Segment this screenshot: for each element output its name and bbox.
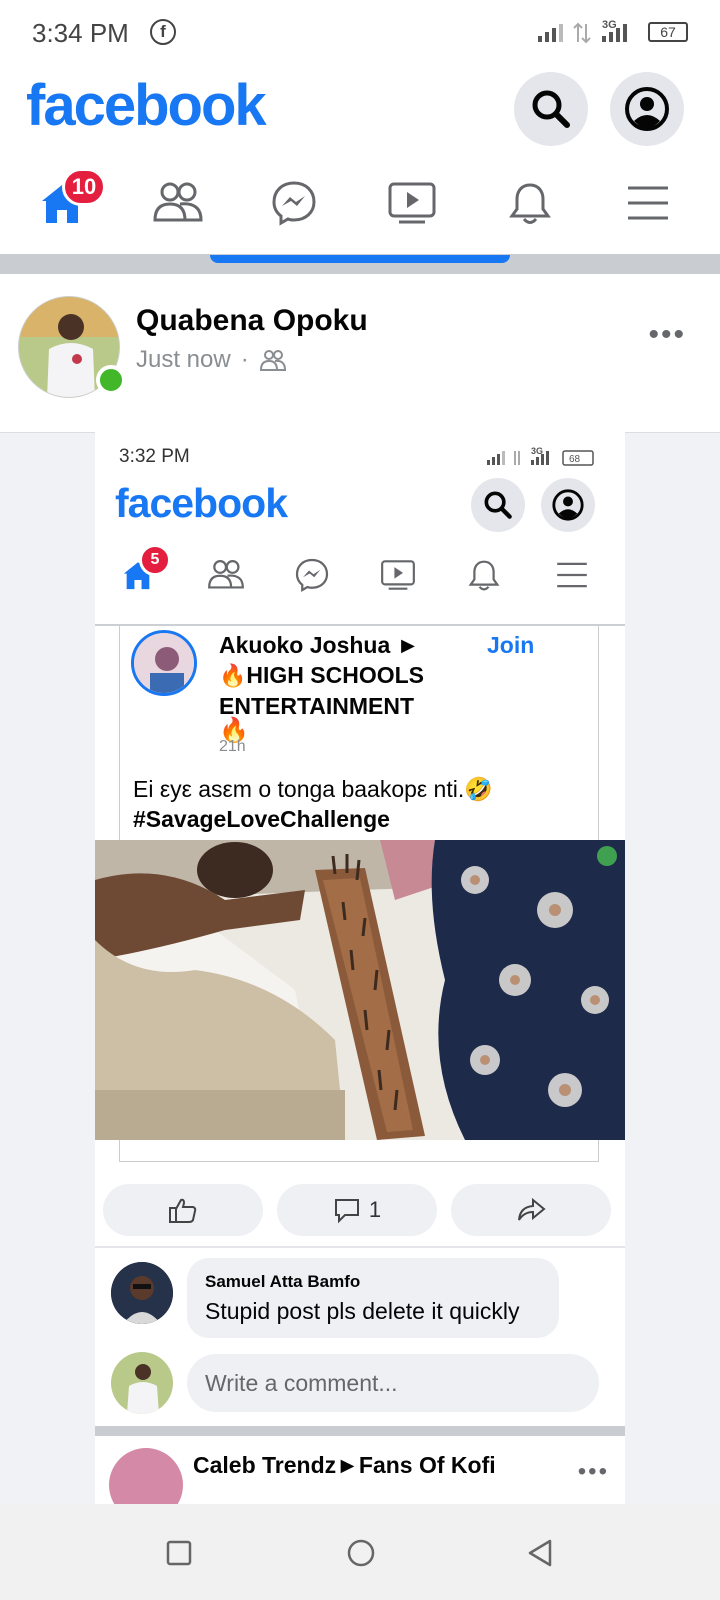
share-icon: [518, 1197, 546, 1221]
shared-post-author: Akuoko Joshua ► 🔥HIGH SCHOOLS ENTERTAINM…: [219, 630, 479, 721]
status-time: 3:34 PM: [32, 18, 129, 48]
like-button: [103, 1184, 263, 1236]
comment-bubble: Samuel Atta Bamfo Stupid post pls delete…: [187, 1258, 559, 1338]
online-status-dot: [96, 365, 126, 395]
profile-icon: [625, 87, 669, 131]
meta-separator: ·: [240, 346, 249, 373]
screenshot-battery-label: 68: [569, 454, 581, 465]
post-author-name[interactable]: Quabena Opoku: [136, 304, 368, 338]
comment-text: Stupid post pls delete it quickly: [205, 1298, 520, 1324]
menu-icon: [557, 562, 587, 588]
notifications-icon: [468, 560, 500, 591]
tab-messenger[interactable]: [254, 168, 334, 238]
next-post-title: Caleb Trendz►Fans Of Kofi: [193, 1452, 496, 1478]
menu-icon: [628, 186, 668, 220]
post-time[interactable]: Just now: [136, 346, 231, 374]
screenshot-tab-notifications: [459, 550, 509, 600]
messenger-icon: [272, 181, 316, 226]
shared-post-photo: [95, 840, 625, 1140]
tab-watch[interactable]: [372, 168, 452, 238]
profile-button[interactable]: [610, 72, 684, 146]
recent-apps-icon[interactable]: [166, 1540, 192, 1566]
svg-text:3G: 3G: [602, 19, 617, 31]
back-icon[interactable]: [526, 1538, 554, 1568]
screenshot-tab-messenger: [287, 550, 337, 600]
like-icon: [169, 1198, 197, 1223]
screen: 3:34 PM f 3G 67 facebook 10 Quabena Opok…: [0, 0, 720, 1600]
battery-icon: 67: [648, 22, 688, 42]
home-notification-badge: 10: [62, 168, 106, 206]
fire-icon: 🔥: [219, 663, 247, 688]
screenshot-search-button: [471, 478, 525, 532]
commenter-name: Samuel Atta Bamfo: [205, 1272, 361, 1291]
screenshot-nav: 5: [95, 544, 625, 610]
screenshot-signal-icon: 3G 68: [487, 446, 594, 466]
comment-icon: [334, 1199, 359, 1224]
comment-count: 1: [368, 1197, 382, 1222]
shared-post-time: 21h: [219, 738, 246, 755]
screenshot-home-badge: 5: [139, 544, 171, 576]
actions-divider: [95, 1246, 625, 1248]
post-actions: 1: [103, 1184, 617, 1236]
shared-post-hashtag: #SavageLoveChallenge: [133, 806, 390, 832]
shared-post-frame-bottom: [119, 1140, 599, 1162]
next-post-avatar: [109, 1448, 183, 1504]
screenshot-tab-watch: [373, 550, 423, 600]
post-more-options-button[interactable]: •••: [648, 318, 686, 352]
top-nav: 10: [0, 168, 720, 254]
shared-author-avatar: [131, 630, 197, 696]
profile-icon: [552, 489, 584, 521]
watch-icon: [388, 182, 436, 224]
search-button[interactable]: [514, 72, 588, 146]
shared-author-line1: Akuoko Joshua ►: [219, 632, 420, 658]
write-comment-field: Write a comment...: [187, 1354, 599, 1412]
search-icon: [484, 491, 512, 519]
friends-audience-icon[interactable]: [259, 348, 287, 372]
next-post-more-icon: •••: [577, 1458, 609, 1485]
status-bar: 3:34 PM f 3G 67: [0, 0, 720, 62]
notifications-icon: [509, 183, 551, 224]
system-navigation-bar: [0, 1504, 720, 1600]
share-button: [451, 1184, 611, 1236]
messenger-icon: [295, 558, 329, 592]
join-group-button: Join: [487, 632, 535, 658]
screenshot-tab-menu: [547, 550, 597, 600]
post-meta: Just now ·: [136, 346, 287, 374]
shared-author-line2: 🔥HIGH SCHOOLS: [219, 662, 425, 688]
next-post-header: Caleb Trendz►Fans Of Kofi •••: [95, 1442, 625, 1504]
screenshot-facebook-logo: facebook: [115, 480, 288, 526]
screenshot-tab-friends: [201, 550, 251, 600]
comment-button: 1: [277, 1184, 437, 1236]
tab-menu[interactable]: [608, 168, 688, 238]
screenshot-profile-button: [541, 478, 595, 532]
shared-author-line3: ENTERTAINMENT: [219, 693, 415, 719]
feed-separator: [95, 1426, 625, 1436]
tab-friends[interactable]: [138, 168, 218, 238]
search-icon: [532, 90, 570, 128]
screenshot-status-time: 3:32 PM: [119, 446, 190, 467]
shared-post-text: Ei εyε asεm o tonga baakopε nti.🤣: [133, 776, 493, 802]
watch-icon: [381, 560, 415, 590]
home-button-icon[interactable]: [346, 1538, 376, 1568]
friends-icon: [208, 560, 244, 589]
tab-notifications[interactable]: [490, 168, 570, 238]
post-image-screenshot[interactable]: 3:32 PM 3G 68 facebook 5 Akuoko Joshua ►…: [95, 432, 625, 1504]
friends-icon: [153, 182, 203, 222]
facebook-notification-icon: f: [150, 19, 176, 45]
new-posts-indicator[interactable]: [210, 255, 510, 263]
commenter-avatar: [111, 1262, 173, 1324]
facebook-logo[interactable]: facebook: [26, 72, 267, 139]
current-user-avatar: [111, 1352, 173, 1414]
